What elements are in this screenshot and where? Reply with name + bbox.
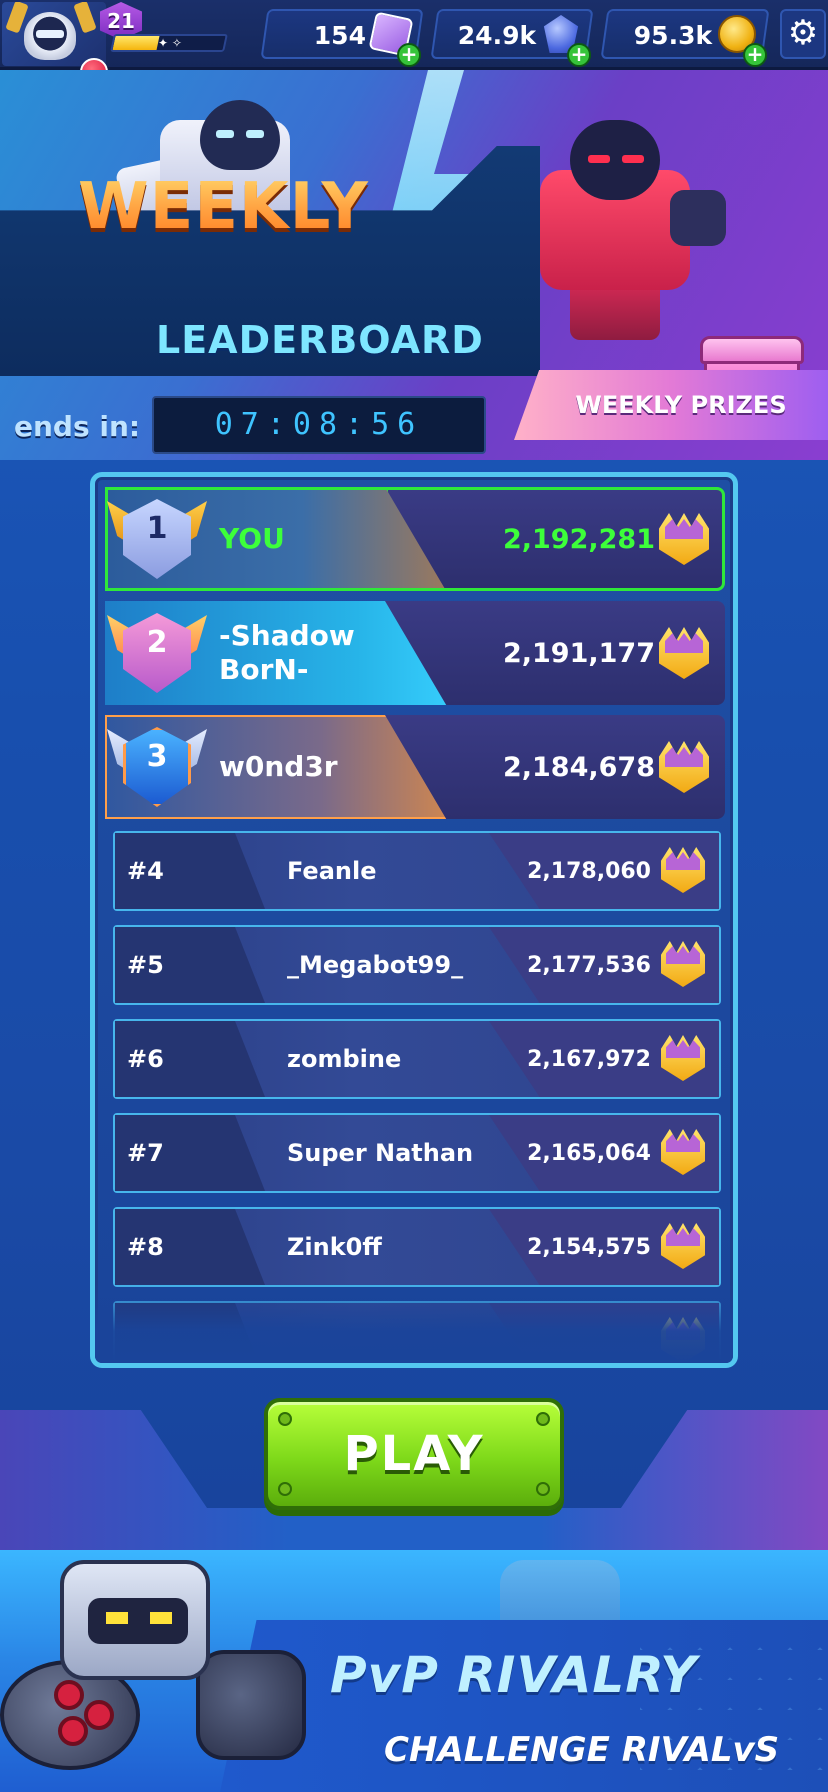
ticket-currency[interactable]: 154 + [260,9,424,67]
player-name: w0nd3r [219,750,338,783]
add-gems-button[interactable]: + [567,42,592,67]
robot-eye [216,130,234,138]
player-score: 2,191,177 [502,637,655,669]
robot-face [200,100,280,170]
rank-3-medal-icon: 3 [107,719,207,815]
gem-currency[interactable]: 24.9k + [430,9,594,67]
leaderboard-row-8[interactable]: #8 Zink0ff 2,154,575 [113,1207,721,1287]
robot-eye [246,130,264,138]
leaderboard-row-6[interactable]: #6 zombine 2,167,972 [113,1019,721,1099]
avatar-ear-right [73,2,97,34]
rank-label: #4 [127,857,164,885]
robot-barrel [58,1716,88,1746]
rank-1-medal-icon: 1 [107,491,207,587]
player-score: 2,165,064 [527,1140,651,1166]
weekly-prizes-button[interactable]: WEEKLY PRIZES [514,370,828,440]
play-label: PLAY [343,1426,485,1482]
coin-currency[interactable]: 95.3k + [600,9,770,67]
player-name: YOU [219,522,285,555]
leaderboard-row-4[interactable]: #4 Feanle 2,178,060 [113,831,721,911]
player-name: Feanle [287,857,377,885]
player-name: -Shadow BorN- [219,619,355,686]
leaderboard-row-1[interactable]: 1 YOU 2,192,281 [105,487,725,591]
leaderboard-row-3[interactable]: 3 w0nd3r 2,184,678 [105,715,725,819]
leaderboard-panel[interactable]: 1 YOU 2,192,281 2 -Shadow BorN- 2,191,17… [90,472,738,1368]
play-button[interactable]: PLAY [264,1398,564,1510]
ends-in-label: ends in: [14,410,141,443]
player-score: 2,184,678 [502,751,655,783]
player-score: 2,167,972 [527,1046,651,1072]
rank-label: #5 [127,951,164,979]
settings-button[interactable]: ⚙ [780,9,826,59]
robot-visor [88,1598,188,1644]
rank-2-medal-icon: 2 [107,605,207,701]
chest-lid [700,336,804,364]
player-score: 2,192,281 [502,523,655,555]
add-coins-button[interactable]: + [743,42,768,67]
title-weekly: WEEKLY [78,170,369,244]
avatar-head [24,12,76,60]
gatling-robot-illustration [0,1550,330,1792]
player-avatar[interactable] [2,2,106,66]
add-tickets-button[interactable]: + [397,42,422,67]
screw-icon [536,1412,550,1426]
scroll-fade [95,1283,733,1363]
top-bar: 21 ✦ ✧ 154 + 24.9k + 95.3k + ⚙ [0,0,828,86]
rank-number: 3 [146,739,168,774]
robot-eye [588,155,610,163]
gem-amount: 24.9k [457,21,536,50]
player-score: 2,154,575 [527,1234,651,1260]
rank-label: #7 [127,1139,164,1167]
player-name: Zink0ff [287,1233,382,1261]
screw-icon [278,1482,292,1496]
robot-barrel [54,1680,84,1710]
player-score: 2,177,536 [527,952,651,978]
rank-label: #6 [127,1045,164,1073]
countdown-timer: 07:08:56 [152,396,486,454]
player-score: 2,178,060 [527,858,651,884]
robot-eye [622,155,644,163]
ticket-amount: 154 [313,21,366,50]
rank-number: 2 [146,625,168,660]
title-leaderboard: LEADERBOARD [156,318,484,362]
gear-icon: ⚙ [787,13,819,53]
xp-progress-fill [112,36,160,50]
leaderboard-screen: 2 1 ✦ ✧ 154 + 24.9k + 95.3k + ⚙ WEEKLY LE… [0,0,828,1792]
robot-head [60,1560,210,1680]
robot-head [570,120,660,200]
promo-subtitle: CHALLENGE RIVALvS [384,1730,780,1770]
robot-barrel [84,1700,114,1730]
player-name: Super Nathan [287,1139,474,1167]
leaderboard-row-5[interactable]: #5 _Megabot99_ 2,177,536 [113,925,721,1005]
player-name: _Megabot99_ [287,951,464,979]
coin-amount: 95.3k [633,21,712,50]
leaderboard-row-2[interactable]: 2 -Shadow BorN- 2,191,177 [105,601,725,705]
sparkle-icon: ✦ ✧ [158,36,182,50]
promo-title: PvP RIVALRY [330,1646,698,1704]
leaderboard-row-7[interactable]: #7 Super Nathan 2,165,064 [113,1113,721,1193]
weekly-prizes-label: WEEKLY PRIZES [575,391,787,419]
rank-number: 1 [146,511,168,546]
screw-icon [278,1412,292,1426]
rank-label: #8 [127,1233,164,1261]
robot-fist [670,190,726,246]
player-name: zombine [287,1045,402,1073]
robot-fist [196,1650,306,1760]
screw-icon [536,1482,550,1496]
